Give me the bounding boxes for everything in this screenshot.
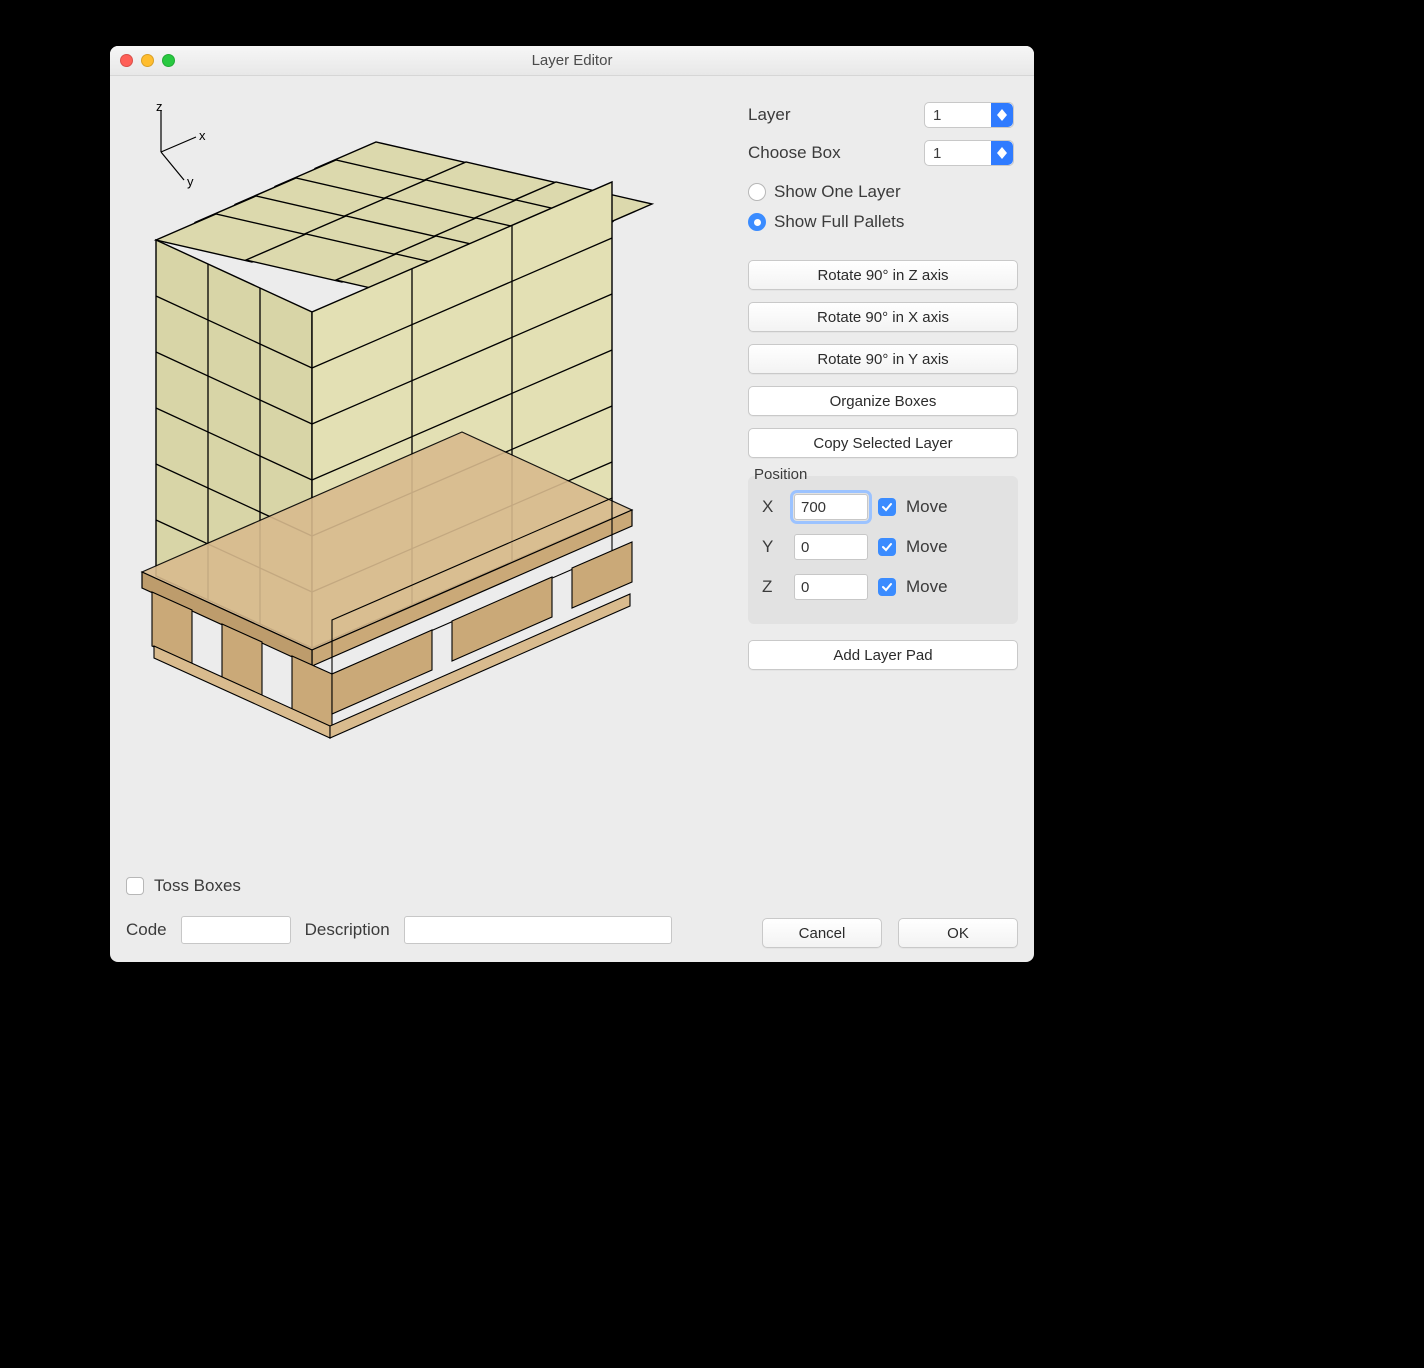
- rotate-y-button[interactable]: Rotate 90° in Y axis: [748, 344, 1018, 374]
- choose-box-row: Choose Box 1: [748, 140, 1018, 166]
- cancel-button[interactable]: Cancel: [762, 918, 882, 948]
- x-input[interactable]: [794, 494, 868, 520]
- layer-label: Layer: [748, 105, 924, 125]
- window-controls: [120, 54, 175, 67]
- y-move-label: Move: [906, 537, 948, 557]
- position-fieldset: Position X Move Y Move: [748, 476, 1018, 624]
- check-icon: [881, 501, 893, 513]
- minimize-icon[interactable]: [141, 54, 154, 67]
- show-full-pallets-radio[interactable]: Show Full Pallets: [748, 212, 1018, 232]
- copy-selected-layer-button[interactable]: Copy Selected Layer: [748, 428, 1018, 458]
- description-input[interactable]: [404, 916, 672, 944]
- layer-select[interactable]: 1: [924, 102, 1014, 128]
- z-label: Z: [762, 577, 784, 597]
- choose-box-label: Choose Box: [748, 143, 924, 163]
- y-move-checkbox[interactable]: [878, 538, 896, 556]
- window-title: Layer Editor: [110, 52, 1034, 69]
- x-move-checkbox[interactable]: [878, 498, 896, 516]
- radio-icon: [748, 213, 766, 231]
- position-z-row: Z Move: [762, 574, 1004, 600]
- x-label: X: [762, 497, 784, 517]
- choose-box-select[interactable]: 1: [924, 140, 1014, 166]
- position-legend: Position: [752, 466, 809, 483]
- show-one-layer-label: Show One Layer: [774, 182, 901, 202]
- rotate-z-button[interactable]: Rotate 90° in Z axis: [748, 260, 1018, 290]
- rotate-x-button[interactable]: Rotate 90° in X axis: [748, 302, 1018, 332]
- toss-boxes-checkbox[interactable]: [126, 877, 144, 895]
- view-mode-radiogroup: Show One Layer Show Full Pallets: [748, 182, 1018, 232]
- check-icon: [881, 541, 893, 553]
- stepper-icon[interactable]: [991, 141, 1013, 165]
- toss-boxes-row: Toss Boxes: [126, 876, 722, 896]
- show-full-pallets-label: Show Full Pallets: [774, 212, 904, 232]
- code-input[interactable]: [181, 916, 291, 944]
- toss-boxes-label: Toss Boxes: [154, 876, 241, 896]
- add-layer-pad-button[interactable]: Add Layer Pad: [748, 640, 1018, 670]
- position-x-row: X Move: [762, 494, 1004, 520]
- zoom-icon[interactable]: [162, 54, 175, 67]
- check-icon: [881, 581, 893, 593]
- choose-box-value: 1: [933, 145, 941, 162]
- description-label: Description: [305, 920, 390, 940]
- pallet-3d-viewer[interactable]: z x y: [126, 92, 722, 744]
- show-one-layer-radio[interactable]: Show One Layer: [748, 182, 1018, 202]
- z-move-checkbox[interactable]: [878, 578, 896, 596]
- y-input[interactable]: [794, 534, 868, 560]
- pallet-drawing: [126, 92, 722, 744]
- z-input[interactable]: [794, 574, 868, 600]
- code-label: Code: [126, 920, 167, 940]
- titlebar: Layer Editor: [110, 46, 1034, 76]
- organize-boxes-button[interactable]: Organize Boxes: [748, 386, 1018, 416]
- y-label: Y: [762, 537, 784, 557]
- stepper-icon[interactable]: [991, 103, 1013, 127]
- left-footer: Toss Boxes Code Description: [126, 876, 722, 944]
- controls-panel: Layer 1 Choose Box 1: [748, 102, 1018, 670]
- radio-icon: [748, 183, 766, 201]
- position-y-row: Y Move: [762, 534, 1004, 560]
- content-area: z x y: [110, 76, 1034, 962]
- ok-button[interactable]: OK: [898, 918, 1018, 948]
- x-move-label: Move: [906, 497, 948, 517]
- layer-editor-window: Layer Editor z x y: [110, 46, 1034, 962]
- close-icon[interactable]: [120, 54, 133, 67]
- layer-select-value: 1: [933, 107, 941, 124]
- layer-row: Layer 1: [748, 102, 1018, 128]
- z-move-label: Move: [906, 577, 948, 597]
- dialog-footer: Cancel OK: [762, 918, 1018, 948]
- code-description-row: Code Description: [126, 916, 722, 944]
